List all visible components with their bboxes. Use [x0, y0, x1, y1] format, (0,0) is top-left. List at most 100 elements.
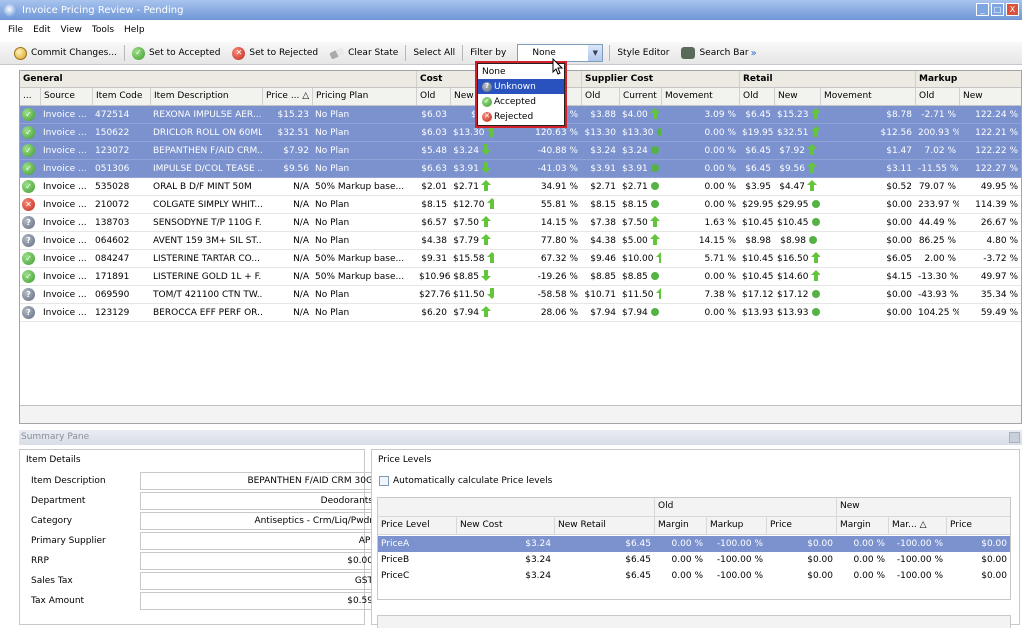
commit-changes-button[interactable]: Commit Changes... [8, 43, 123, 63]
cell-item-code: 171891 [92, 268, 150, 286]
minimize-button[interactable]: _ [976, 3, 989, 16]
set-accepted-button[interactable]: ✓ Set to Accepted [126, 43, 226, 63]
field-value[interactable]: GST [140, 572, 379, 590]
cell-cost-new-text: $15.58 [453, 254, 485, 264]
cell-retail-old-text: $10.45 [742, 218, 774, 228]
table-row[interactable]: ? Invoice ... 138703 SENSODYNE T/P 110G F..… [20, 214, 1021, 232]
menu-edit[interactable]: Edit [29, 23, 56, 40]
col-old-price[interactable]: Price [766, 517, 836, 534]
cell-cost-movement-text: % [569, 110, 578, 120]
col-status[interactable]: ... [20, 88, 40, 105]
chevron-right-icon[interactable]: » [751, 48, 757, 59]
filter-option-unknown[interactable]: ? Unknown [478, 79, 564, 94]
table-row[interactable]: ✕ Invoice ... 210072 COLGATE SIMPLY WHIT...… [20, 196, 1021, 214]
col-item-description[interactable]: Item Description [150, 88, 262, 105]
table-row[interactable]: ✓ Invoice ... 051306 IMPULSE D/COL TEASE ..… [20, 160, 1021, 178]
unknown-status-icon[interactable]: ? [22, 216, 35, 229]
col-new-margin[interactable]: Margin [836, 517, 888, 534]
pane-close-icon[interactable] [1009, 432, 1020, 443]
style-editor-button[interactable]: Style Editor [611, 43, 675, 63]
cell-supplier-movement-text: 3.09 % [704, 110, 736, 120]
cell-cost-old: $6.63 [416, 160, 450, 178]
menu-tools[interactable]: Tools [88, 23, 120, 40]
cell-cost-old: $8.15 [416, 196, 450, 214]
cell-supplier-current-text: $3.24 [622, 146, 648, 156]
cell-item-code-text: 123129 [95, 308, 130, 318]
cell-cost-new: $3.24 [450, 142, 494, 160]
col-supplier-movement[interactable]: Movement [661, 88, 739, 105]
accepted-status-icon[interactable]: ✓ [22, 144, 35, 157]
col-source[interactable]: Source [40, 88, 92, 105]
menu-file[interactable]: File [4, 23, 29, 40]
col-cost-old[interactable]: Old [416, 88, 450, 105]
cell-cost-new: $12.70 [450, 196, 494, 214]
col-price[interactable]: Price ... △ [262, 88, 312, 105]
field-value[interactable]: Antiseptics - Crm/Liq/Pwdr [140, 512, 379, 530]
col-retail-new[interactable]: New [774, 88, 820, 105]
accepted-status-icon[interactable]: ✓ [22, 162, 35, 175]
accepted-status-icon[interactable]: ✓ [22, 108, 35, 121]
table-row[interactable]: ✓ Invoice ... 123072 BEPANTHEN F/AID CRM...… [20, 142, 1021, 160]
col-item-code[interactable]: Item Code [92, 88, 150, 105]
field-value[interactable]: Deodorants [140, 492, 379, 510]
cell-new-markup: -100.00 % [896, 571, 943, 581]
table-row[interactable]: ? Invoice ... 069590 TOM/T 421100 CTN TW...… [20, 286, 1021, 304]
cell-markup-new: -3.72 % [959, 250, 1021, 268]
cell-cost-movement-text: 34.91 % [540, 182, 578, 192]
filter-option-accepted[interactable]: ✓ Accepted [478, 94, 564, 109]
col-old-margin[interactable]: Margin [654, 517, 706, 534]
cell-supplier-current-text: $8.85 [622, 272, 648, 282]
field-value[interactable]: API [140, 532, 379, 550]
col-markup-old[interactable]: Old [915, 88, 959, 105]
col-new-cost[interactable]: New Cost [456, 517, 554, 534]
field-value[interactable]: BEPANTHEN F/AID CRM 30G [140, 472, 379, 490]
col-markup-new[interactable]: New [959, 88, 1021, 105]
col-old-markup[interactable]: Markup [706, 517, 766, 534]
col-new-markup[interactable]: Mar... △ [888, 517, 946, 534]
price-level-row[interactable]: PriceA $3.24 $6.45 0.00 % -100.00 % $0.00 0.00… [378, 536, 1010, 552]
col-supplier-old[interactable]: Old [581, 88, 619, 105]
col-retail-movement[interactable]: Movement [820, 88, 915, 105]
accepted-status-icon[interactable]: ✓ [22, 252, 35, 265]
auto-calc-checkbox-row[interactable]: Automatically calculate Price levels [379, 476, 552, 486]
unknown-status-icon[interactable]: ? [22, 306, 35, 319]
col-new-retail[interactable]: New Retail [554, 517, 654, 534]
unknown-status-icon[interactable]: ? [22, 234, 35, 247]
cell-item-code-text: 123072 [95, 146, 130, 156]
accepted-status-icon[interactable]: ✓ [22, 180, 35, 193]
menu-help[interactable]: Help [120, 23, 151, 40]
field-value[interactable]: $0.00 [140, 552, 379, 570]
field-value[interactable]: $0.59 [140, 592, 379, 610]
auto-calc-checkbox[interactable] [379, 476, 389, 486]
maximize-button[interactable]: □ [991, 3, 1004, 16]
cell-markup-old: -11.55 % [915, 160, 959, 178]
table-row[interactable]: ✓ Invoice ... 535028 ORAL B D/F MINT 50M N/A… [20, 178, 1021, 196]
table-row[interactable]: ✓ Invoice ... 150622 DRICLOR ROLL ON 60ML $3… [20, 124, 1021, 142]
filter-option-rejected[interactable]: ✕ Rejected [478, 109, 564, 124]
accepted-status-icon[interactable]: ✓ [22, 126, 35, 139]
table-row[interactable]: ✓ Invoice ... 084247 LISTERINE TARTAR CO...… [20, 250, 1021, 268]
table-row[interactable]: ✓ Invoice ... 171891 LISTERINE GOLD 1L + F.… [20, 268, 1021, 286]
col-retail-old[interactable]: Old [739, 88, 774, 105]
unknown-status-icon[interactable]: ? [22, 288, 35, 301]
rejected-status-icon[interactable]: ✕ [22, 198, 35, 211]
close-button[interactable]: X [1006, 3, 1019, 16]
cell-supplier-current: $7.50 [619, 214, 661, 232]
select-all-button[interactable]: Select All [407, 43, 461, 63]
search-bar-button[interactable]: Search Bar» [675, 43, 762, 63]
accepted-status-icon[interactable]: ✓ [22, 270, 35, 283]
price-level-row[interactable]: PriceC $3.24 $6.45 0.00 % -100.00 % $0.00 0.00… [378, 568, 1010, 584]
clear-state-button[interactable]: Clear State [324, 43, 404, 63]
col-supplier-current[interactable]: Current [619, 88, 661, 105]
price-level-row[interactable]: PriceB $3.24 $6.45 0.00 % -100.00 % $0.00 0.00… [378, 552, 1010, 568]
chevron-down-icon[interactable]: ▼ [588, 45, 603, 61]
col-price-level[interactable]: Price Level [378, 517, 456, 534]
table-row[interactable]: ? Invoice ... 123129 BEROCCA EFF PERF OR...… [20, 304, 1021, 322]
col-new-price[interactable]: Price [946, 517, 1010, 534]
cell-supplier-movement-text: 0.00 % [704, 308, 736, 318]
set-rejected-button[interactable]: ✕ Set to Rejected [226, 43, 324, 63]
col-pricing-plan[interactable]: Pricing Plan [312, 88, 416, 105]
cell-old-price: $0.00 [807, 539, 833, 549]
table-row[interactable]: ? Invoice ... 064602 AVENT 159 3M+ SIL ST..… [20, 232, 1021, 250]
menu-view[interactable]: View [57, 23, 88, 40]
